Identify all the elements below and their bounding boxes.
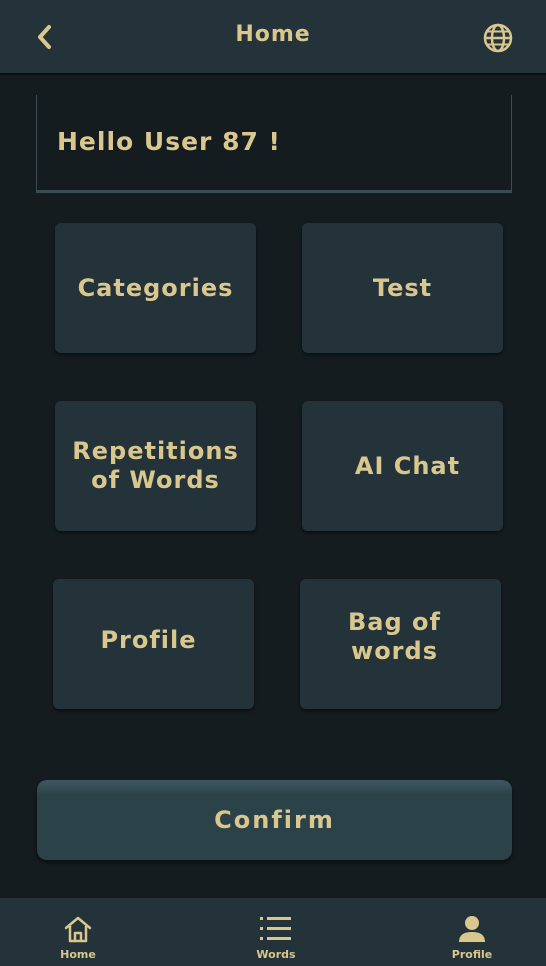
bottom-navigation: Home Words Profile xyxy=(0,898,546,966)
bag-of-words-button[interactable]: Bag of words xyxy=(300,579,501,709)
profile-label: Profile xyxy=(100,625,197,654)
page-title: Home xyxy=(235,22,311,47)
greeting-text: Hello User 87 ! xyxy=(57,127,281,156)
nav-profile[interactable]: Profile xyxy=(422,898,522,966)
nav-home-label: Home xyxy=(60,948,96,961)
profile-button[interactable]: Profile xyxy=(53,579,254,709)
bag-of-words-label: Bag of words xyxy=(348,608,441,665)
top-app-bar: Home xyxy=(0,0,546,75)
ai-chat-label: AI Chat xyxy=(354,451,461,480)
nav-words-label: Words xyxy=(256,948,296,961)
categories-label: Categories xyxy=(77,273,234,302)
globe-icon xyxy=(483,23,513,53)
repetitions-of-words-button[interactable]: Repetitions of Words xyxy=(55,401,256,531)
confirm-button[interactable]: Confirm xyxy=(37,780,512,860)
categories-button[interactable]: Categories xyxy=(55,223,256,353)
person-icon xyxy=(459,916,485,942)
nav-home[interactable]: Home xyxy=(28,898,128,966)
home-icon xyxy=(64,916,92,943)
test-button[interactable]: Test xyxy=(302,223,503,353)
test-label: Test xyxy=(372,273,433,302)
greeting-card: Hello User 87 ! xyxy=(36,95,512,193)
nav-profile-label: Profile xyxy=(451,948,493,961)
confirm-label: Confirm xyxy=(214,806,335,834)
nav-words[interactable]: Words xyxy=(226,898,326,966)
list-icon xyxy=(260,917,291,940)
ai-chat-button[interactable]: AI Chat xyxy=(302,401,503,531)
repetitions-of-words-label: Repetitions of Words xyxy=(72,437,239,494)
language-button[interactable] xyxy=(480,20,516,56)
